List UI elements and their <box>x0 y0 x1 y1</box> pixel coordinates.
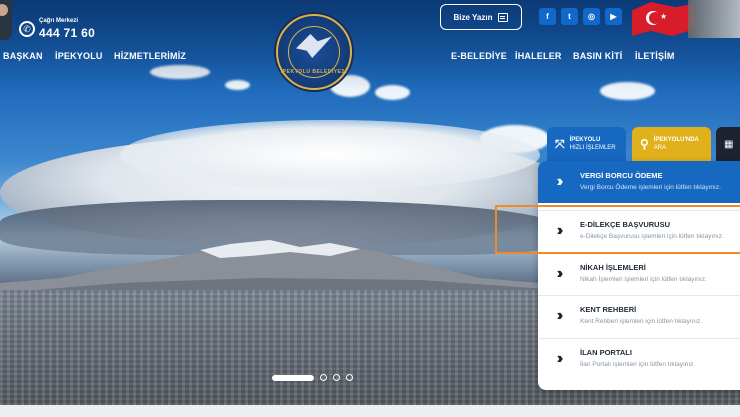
quick-link-kent-rehberi[interactable]: ›› KENT REHBERİ Kent Rehberi işlemleri i… <box>538 295 740 337</box>
quick-link-title: İLAN PORTALI <box>580 348 632 357</box>
call-center-number[interactable]: 444 71 60 <box>39 26 95 40</box>
quick-link-desc: Nikah İşlemleri işlemleri için lütfen tı… <box>580 276 707 283</box>
slider-dot[interactable] <box>272 374 314 381</box>
tab-quick-actions[interactable]: ⤧ İPEKYOLU HIZLI İŞLEMLER <box>547 127 626 161</box>
nav-basin-kiti[interactable]: BASIN KİTİ <box>573 51 623 61</box>
slider-dot[interactable] <box>346 374 353 381</box>
quick-link-title: KENT REHBERİ <box>580 305 637 314</box>
nav-ihaleler[interactable]: İHALELER <box>515 51 562 61</box>
quick-link-desc: İlan Portalı işlemleri için lütfen tıkla… <box>580 361 696 368</box>
facebook-icon[interactable]: f <box>539 8 556 25</box>
header-overlay <box>0 0 740 90</box>
twitter-icon[interactable]: t <box>561 8 578 25</box>
nav-iletisim[interactable]: İLETİŞİM <box>635 51 675 61</box>
divider <box>538 295 740 296</box>
tab-search-label: İPEKYOLU'NDA ARA <box>653 137 699 151</box>
quick-link-title: NİKAH İŞLEMLERİ <box>580 263 646 272</box>
page-bottom <box>0 405 740 417</box>
double-chevron-icon: ›› <box>556 173 564 190</box>
expand-icon: ⤧ <box>555 136 565 151</box>
ataturk-portrait <box>688 0 740 38</box>
quick-link-vergi-borcu[interactable]: ›› VERGİ BORCU ÖDEME Vergi Borcu Ödeme i… <box>538 161 740 203</box>
slider-dot[interactable] <box>333 374 340 381</box>
nav-ipekyolu[interactable]: İPEKYOLU <box>55 51 103 61</box>
double-chevron-icon: ›› <box>556 350 564 367</box>
turkish-flag: ★ <box>632 2 694 36</box>
slider-pagination <box>272 374 353 381</box>
tab-calendar[interactable]: ▦ <box>716 127 740 161</box>
nav-hizmetlerimiz[interactable]: HİZMETLERİMİZ <box>114 51 186 61</box>
youtube-icon[interactable]: ▶ <box>605 8 622 25</box>
slider-dot[interactable] <box>320 374 327 381</box>
double-chevron-icon: ›› <box>556 307 564 324</box>
quick-link-desc: Kent Rehberi işlemleri için lütfen tıkla… <box>580 318 703 325</box>
quick-link-nikah[interactable]: ›› NİKAH İŞLEMLERİ Nikah İşlemleri işlem… <box>538 253 740 295</box>
mayor-avatar[interactable] <box>0 0 12 40</box>
municipality-logo[interactable]: İPEKYOLU BELEDİYESİ <box>276 14 352 90</box>
crescent-icon <box>646 11 661 25</box>
divider <box>538 338 740 339</box>
star-icon: ★ <box>660 12 668 21</box>
double-chevron-icon: ›› <box>556 265 564 282</box>
write-to-us-button[interactable]: Bize Yazın <box>440 4 522 30</box>
selection-highlight <box>495 205 740 254</box>
quick-link-desc: Vergi Borcu Ödeme işlemleri için lütfen … <box>580 184 721 191</box>
cloud-bank <box>120 120 540 190</box>
call-center-label: Çağrı Merkezi <box>39 18 79 24</box>
quick-links-panel: ›› VERGİ BORCU ÖDEME Vergi Borcu Ödeme i… <box>538 161 740 390</box>
search-icon: ⚲ <box>640 137 649 151</box>
tab-quick-actions-label: İPEKYOLU HIZLI İŞLEMLER <box>569 137 616 151</box>
tab-search[interactable]: ⚲ İPEKYOLU'NDA ARA <box>632 127 711 161</box>
quick-link-title: VERGİ BORCU ÖDEME <box>580 171 663 180</box>
logo-text: İPEKYOLU BELEDİYESİ <box>280 69 348 75</box>
phone-icon: ✆ <box>19 21 35 37</box>
nav-baskan[interactable]: BAŞKAN <box>3 51 43 61</box>
message-icon <box>498 12 509 22</box>
quick-link-ilan-portali[interactable]: ›› İLAN PORTALI İlan Portalı işlemleri i… <box>538 338 740 380</box>
nav-e-belediye[interactable]: E-BELEDİYE <box>451 51 507 61</box>
write-button-label: Bize Yazın <box>453 12 493 22</box>
calendar-icon: ▦ <box>724 138 734 150</box>
instagram-icon[interactable]: ◎ <box>583 8 600 25</box>
